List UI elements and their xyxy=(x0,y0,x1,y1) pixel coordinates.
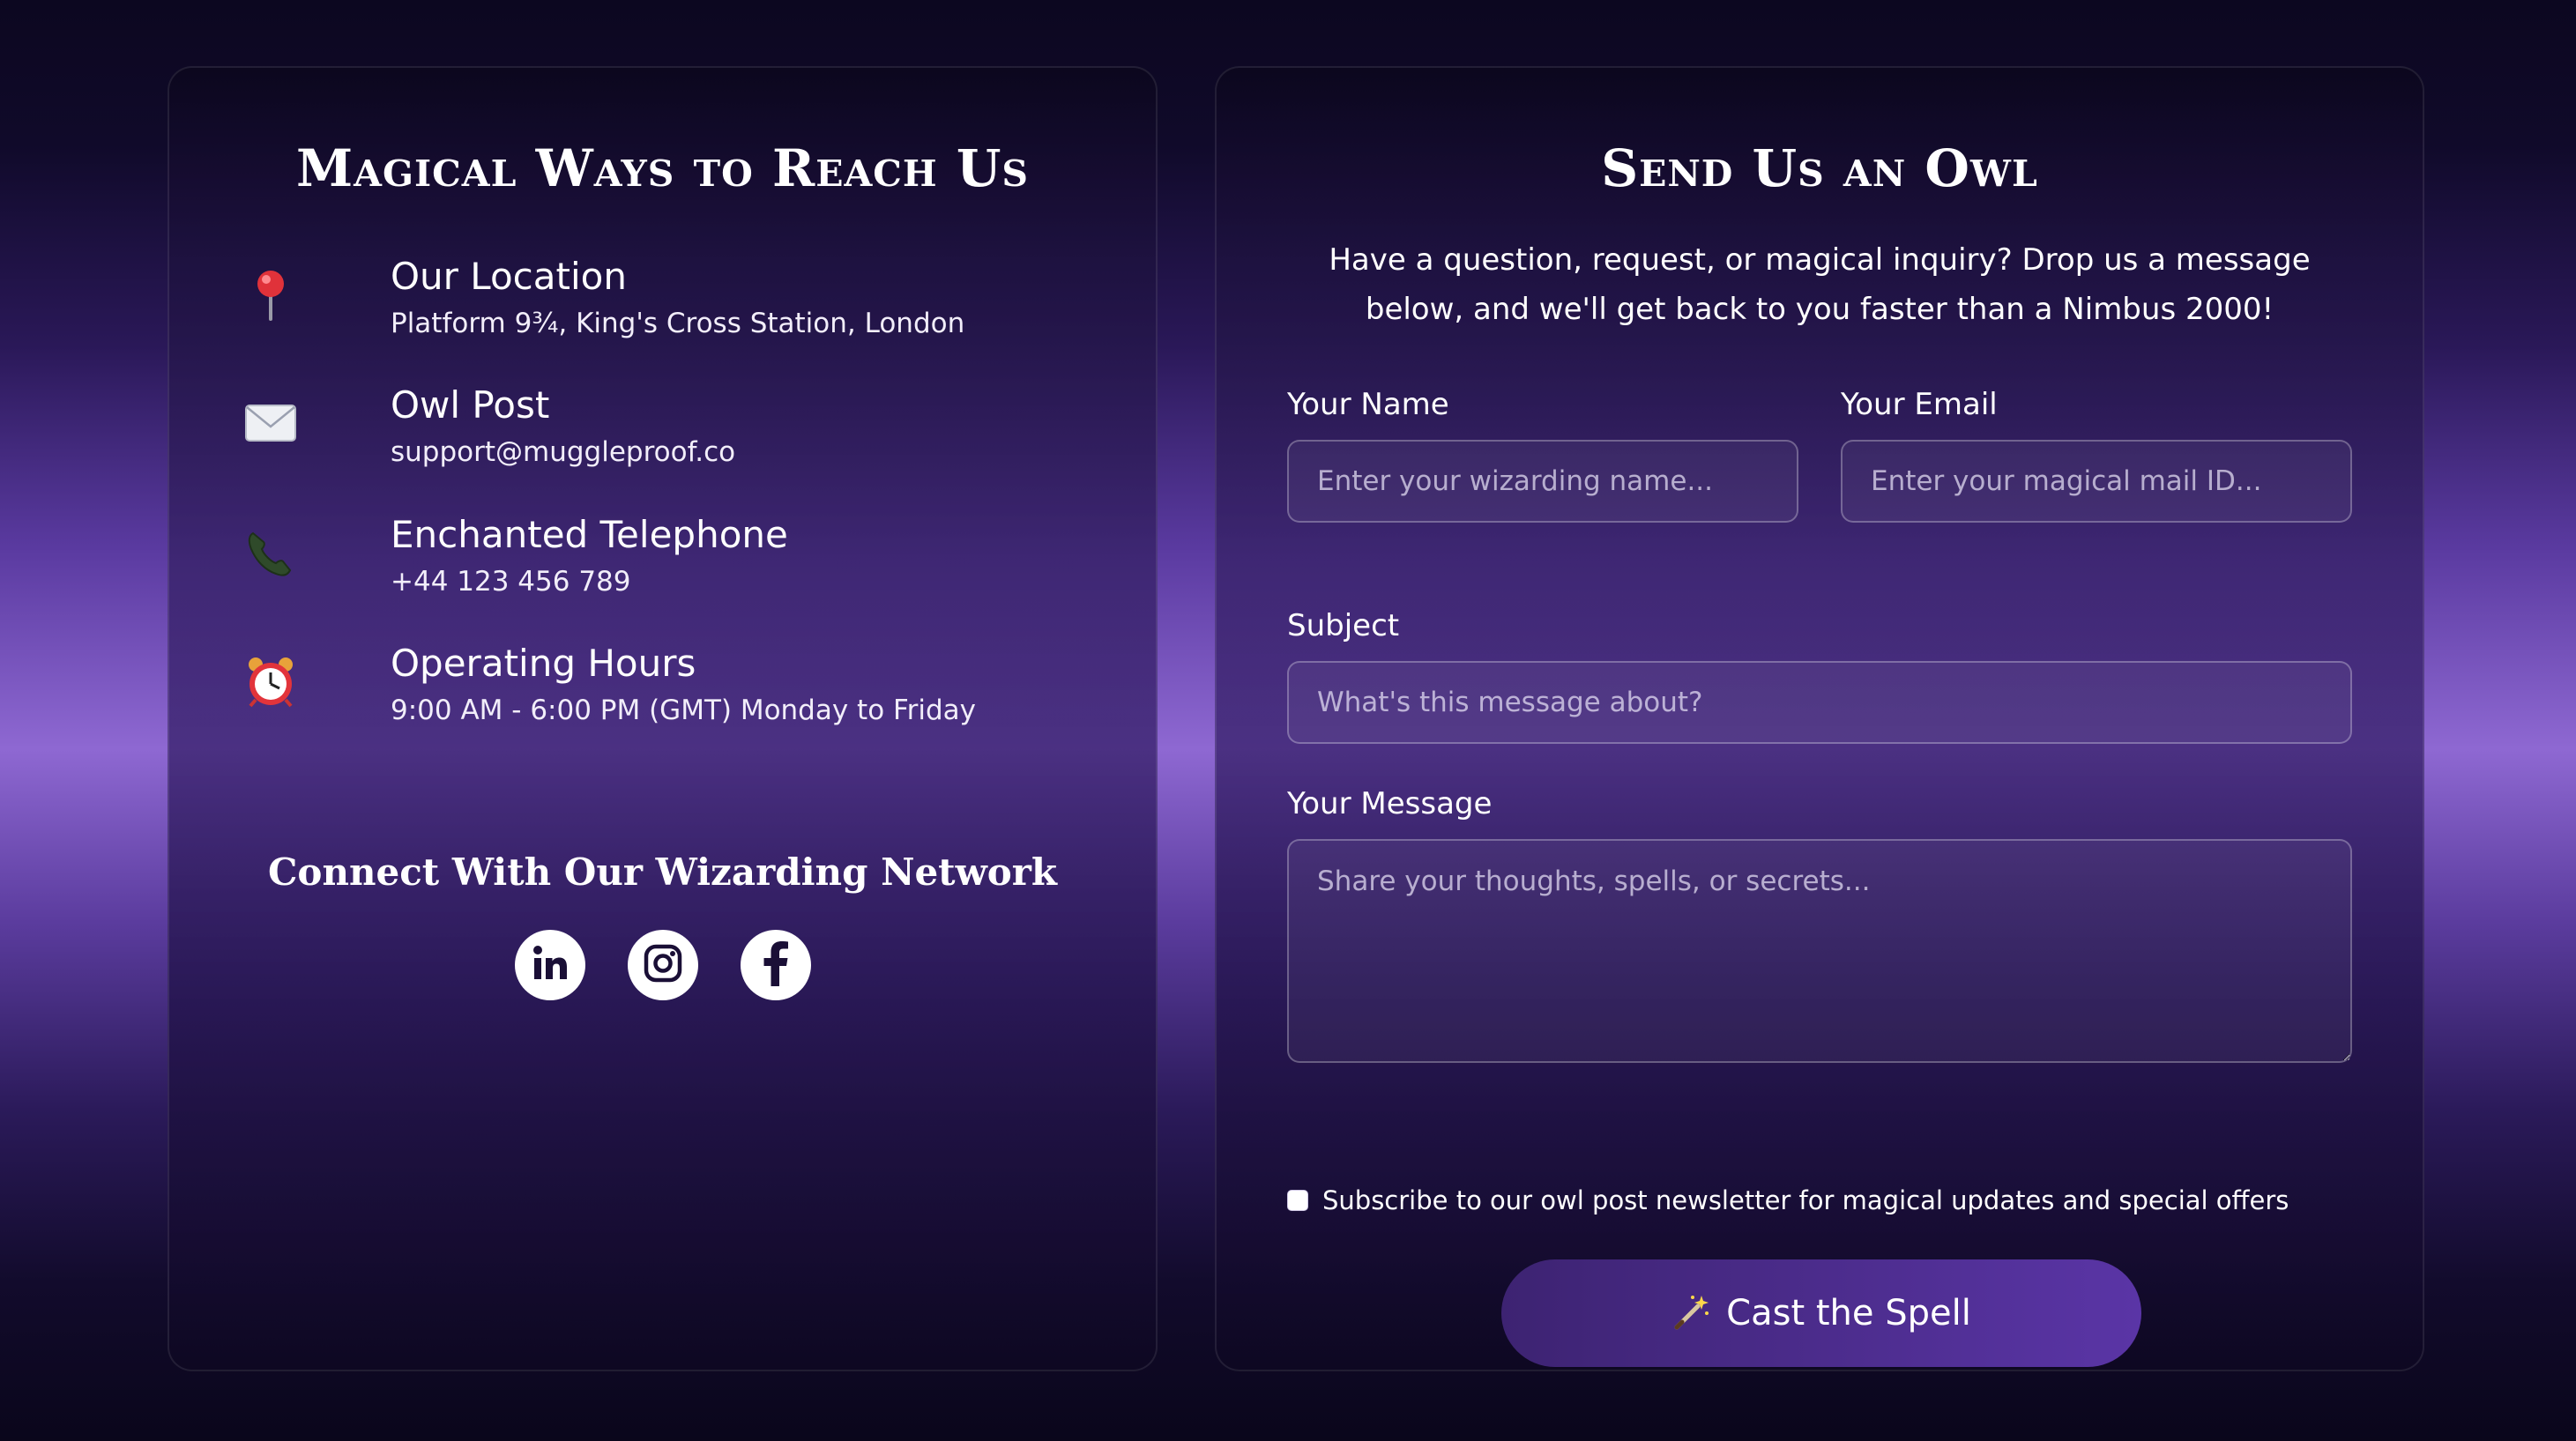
contact-item-title: Owl Post xyxy=(391,383,550,427)
linkedin-icon xyxy=(528,941,572,989)
pin-icon xyxy=(240,264,302,325)
cast-spell-label: Cast the Spell xyxy=(1726,1293,1971,1333)
name-input[interactable] xyxy=(1287,440,1798,523)
instagram-link[interactable] xyxy=(627,930,698,1000)
contact-title: Magical Ways to Reach Us xyxy=(295,138,1030,198)
instagram-icon xyxy=(642,942,684,988)
subject-input[interactable] xyxy=(1287,661,2352,744)
contact-item-title: Operating Hours xyxy=(391,642,696,685)
subscribe-checkbox[interactable] xyxy=(1287,1190,1308,1211)
subscribe-row: Subscribe to our owl post newsletter for… xyxy=(1287,1185,2289,1215)
contact-item-title: Our Location xyxy=(391,255,627,298)
form-title: Send Us an Owl xyxy=(1601,138,2038,198)
contact-item-hours: Operating Hours 9:00 AM - 6:00 PM (GMT) … xyxy=(240,642,1120,739)
facebook-icon xyxy=(763,940,789,990)
envelope-icon xyxy=(240,392,302,454)
contact-item-telephone: Enchanted Telephone +44 123 456 789 xyxy=(240,513,1120,610)
contact-item-location: Our Location Platform 9¾, King's Cross S… xyxy=(240,255,1120,352)
contact-item-text[interactable]: +44 123 456 789 xyxy=(391,566,631,598)
contact-item-text: Platform 9¾, King's Cross Station, Londo… xyxy=(391,308,965,339)
magic-wand-icon xyxy=(1671,1292,1710,1334)
form-intro: Have a question, request, or magical inq… xyxy=(1329,242,2311,327)
contact-info-card: Magical Ways to Reach Us Our Location Pl… xyxy=(168,66,1158,1371)
message-textarea[interactable] xyxy=(1287,839,2352,1063)
name-label: Your Name xyxy=(1287,387,1449,422)
subject-label: Subject xyxy=(1287,608,1400,643)
social-links xyxy=(169,930,1156,1000)
telephone-icon xyxy=(240,522,302,583)
message-form-card: Send Us an Owl Have a question, request,… xyxy=(1215,66,2424,1371)
alarm-clock-icon xyxy=(240,650,302,712)
contact-item-title: Enchanted Telephone xyxy=(391,513,788,556)
email-input[interactable] xyxy=(1841,440,2352,523)
subscribe-label[interactable]: Subscribe to our owl post newsletter for… xyxy=(1322,1185,2289,1215)
contact-item-text: 9:00 AM - 6:00 PM (GMT) Monday to Friday xyxy=(391,695,976,726)
facebook-link[interactable] xyxy=(740,930,811,1000)
email-label: Your Email xyxy=(1841,387,1998,422)
contact-item-text[interactable]: support@muggleproof.co xyxy=(391,436,735,468)
message-label: Your Message xyxy=(1287,786,1493,821)
cast-spell-button[interactable]: Cast the Spell xyxy=(1501,1259,2141,1367)
contact-item-owl-post: Owl Post support@muggleproof.co xyxy=(240,383,1120,480)
social-heading: Connect With Our Wizarding Network xyxy=(268,850,1057,894)
linkedin-link[interactable] xyxy=(514,930,585,1000)
